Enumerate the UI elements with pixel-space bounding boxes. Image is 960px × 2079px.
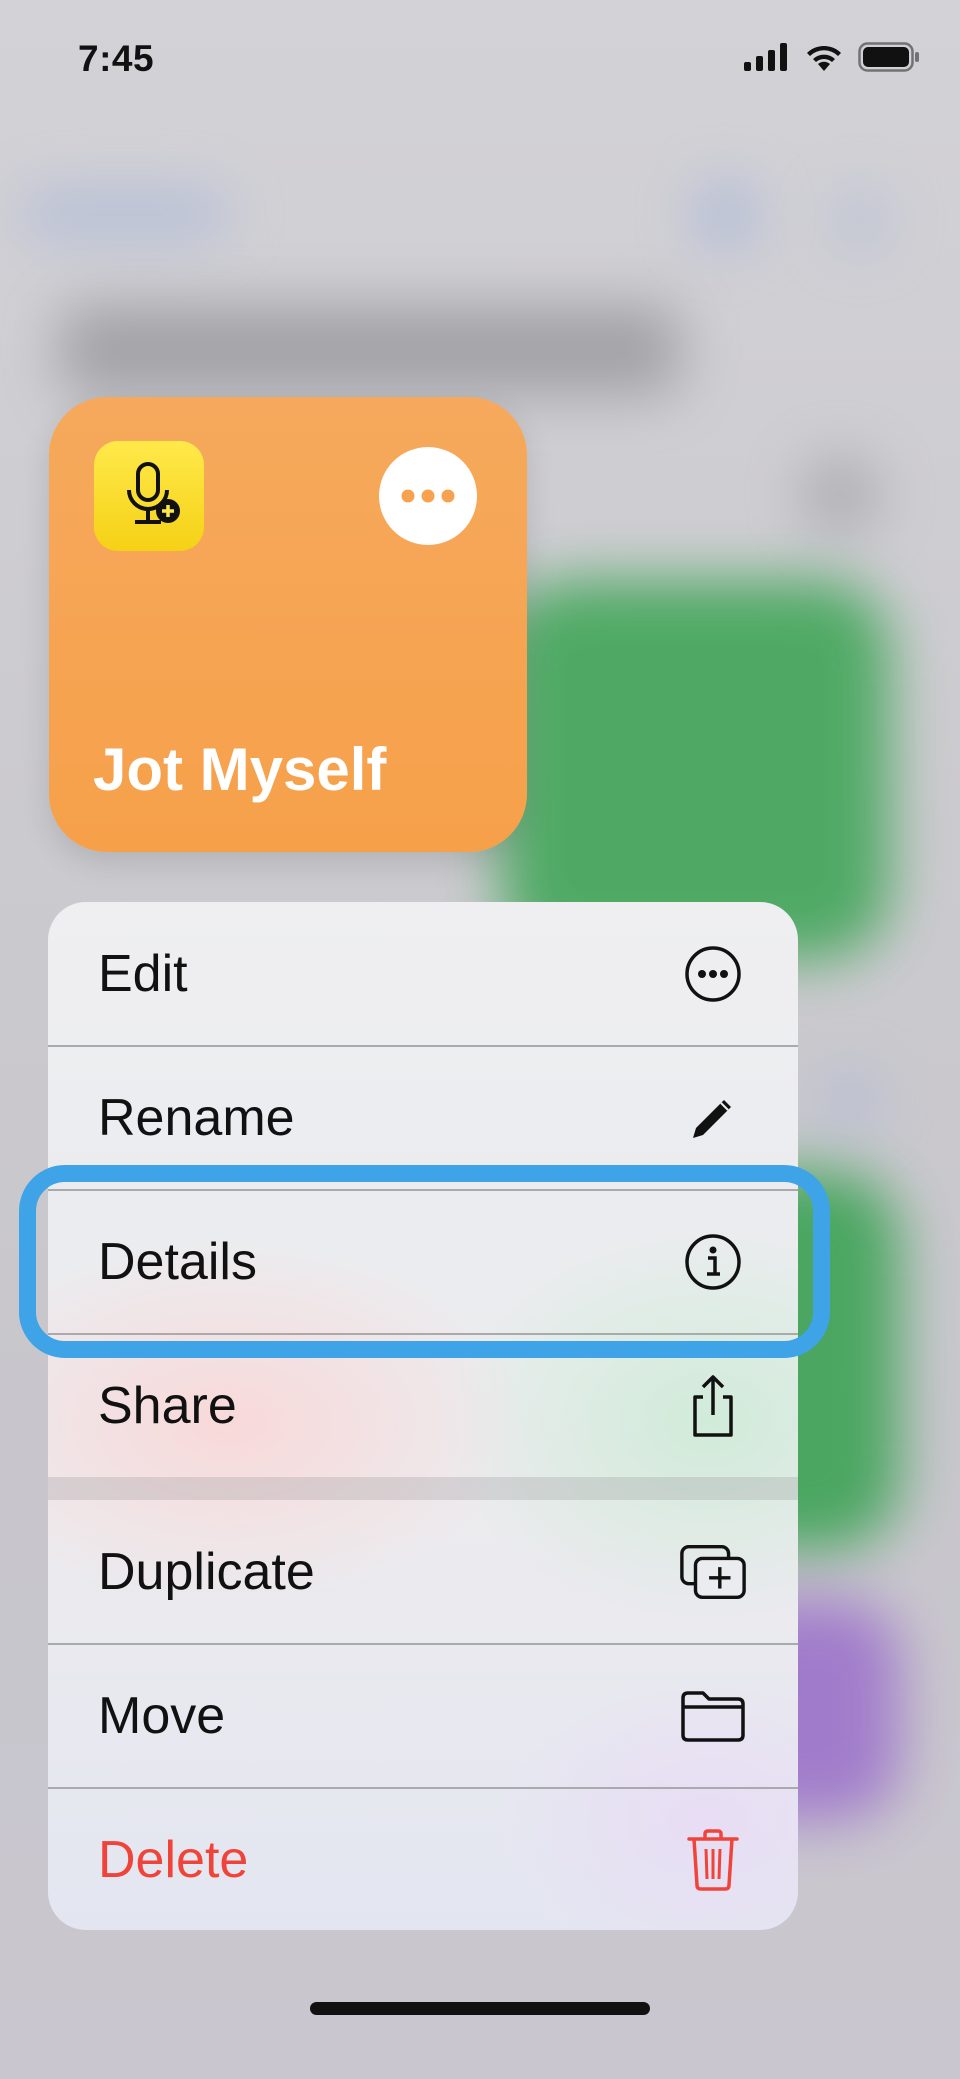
context-menu: Edit Rename Details Share Duplicate Move… — [48, 902, 798, 1930]
shortcut-title: Jot Myself — [93, 736, 387, 803]
menu-item-move[interactable]: Move — [48, 1644, 798, 1787]
menu-section-separator — [48, 1477, 798, 1500]
menu-item-duplicate[interactable]: Duplicate — [48, 1500, 798, 1643]
wifi-icon — [804, 42, 844, 77]
home-indicator[interactable] — [310, 2002, 650, 2015]
cellular-signal-icon — [744, 43, 790, 76]
details-highlight-outline — [19, 1165, 830, 1358]
menu-item-label: Rename — [98, 1088, 295, 1147]
ellipsis-circle-icon — [678, 939, 748, 1009]
more-options-button[interactable] — [379, 447, 477, 545]
status-icons — [744, 42, 920, 77]
pencil-icon — [678, 1083, 748, 1153]
share-icon — [678, 1371, 748, 1441]
menu-item-label: Duplicate — [98, 1542, 315, 1601]
battery-icon — [858, 42, 920, 77]
duplicate-plus-icon — [678, 1537, 748, 1607]
menu-item-edit[interactable]: Edit — [48, 902, 798, 1045]
trash-icon — [678, 1825, 748, 1895]
folder-icon — [678, 1681, 748, 1751]
menu-item-label: Delete — [98, 1830, 249, 1889]
menu-item-label: Move — [98, 1686, 226, 1745]
menu-item-label: Share — [98, 1376, 237, 1435]
menu-item-delete[interactable]: Delete — [48, 1788, 798, 1930]
ellipsis-icon — [401, 489, 455, 503]
menu-item-label: Edit — [98, 944, 188, 1003]
status-time: 7:45 — [78, 38, 155, 79]
shortcut-card[interactable]: Jot Myself — [49, 397, 527, 852]
microphone-plus-icon — [94, 441, 204, 551]
